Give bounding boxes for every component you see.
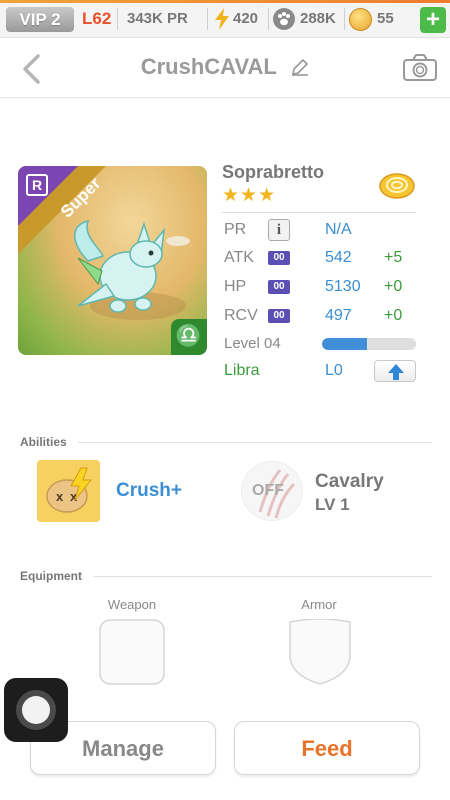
stat-label-hp: HP [224, 278, 247, 295]
element-cloud-icon[interactable] [378, 168, 416, 200]
divider [207, 8, 208, 30]
stat-tag-hp: 00 [268, 280, 290, 294]
divider [222, 212, 416, 213]
zodiac-level: L0 [325, 362, 343, 379]
stat-tag-rcv: 00 [268, 309, 290, 323]
coin-count: 55 [377, 10, 394, 27]
crush-ability-icon[interactable]: x x [37, 460, 100, 522]
stat-value-pr: N/A [325, 221, 352, 238]
divider [78, 442, 432, 443]
stat-label-rcv: RCV [224, 307, 258, 324]
weapon-slot-frame [99, 619, 165, 685]
lightning-icon [215, 8, 229, 30]
stat-value-hp: 5130 [325, 278, 361, 295]
vip-badge[interactable]: VIP 2 [6, 7, 74, 32]
player-level: L62 [82, 9, 112, 28]
pr-info-button[interactable]: i [268, 219, 290, 241]
divider [117, 8, 118, 30]
add-currency-button[interactable]: + [420, 7, 446, 33]
camera-icon[interactable] [402, 54, 438, 82]
skill-level: LV 1 [315, 495, 350, 514]
upgrade-sign-button[interactable] [374, 360, 416, 382]
divider [94, 576, 432, 577]
dragon-name: Soprabretto [222, 162, 325, 182]
zodiac-sign: Libra [224, 362, 260, 379]
zodiac-icon: ♎ [171, 319, 207, 355]
star-rating: ★★★ [222, 185, 277, 206]
stat-bonus-atk: +5 [384, 249, 403, 266]
page-title: CrushCAVAL [140, 54, 277, 79]
armor-slot-label: Armor [301, 597, 337, 612]
shield-icon [289, 618, 351, 685]
ability-name[interactable]: Crush+ [116, 480, 182, 502]
level-progress-fill [322, 338, 368, 350]
skill-name: Cavalry [315, 471, 384, 492]
stat-tag-atk: 00 [268, 251, 290, 265]
top-status-bar: VIP 2 L62 343K PR 420 288K 55 + [0, 0, 450, 38]
weapon-slot[interactable] [99, 619, 165, 685]
stat-label-atk: ATK [224, 249, 254, 266]
pencil-icon[interactable] [291, 58, 309, 76]
paw-icon [273, 8, 295, 30]
accent-strip [0, 0, 450, 3]
stat-value-rcv: 497 [325, 307, 352, 324]
coin-icon [349, 8, 372, 31]
svg-text:x: x [56, 489, 64, 504]
dragon-portrait[interactable]: R Super ♎ [18, 166, 207, 355]
page-header: CrushCAVAL [0, 38, 450, 98]
player-power-rating: 343K PR [127, 10, 188, 27]
stat-value-atk: 542 [325, 249, 352, 266]
divider [268, 8, 269, 30]
title-area: CrushCAVAL [0, 54, 450, 80]
stat-bonus-hp: +0 [384, 278, 403, 295]
stat-label-pr: PR [224, 221, 247, 238]
feed-button[interactable]: Feed [234, 721, 420, 775]
assistive-ring-inner [22, 696, 50, 724]
weapon-slot-label: Weapon [107, 597, 157, 612]
divider [344, 8, 345, 30]
dragon-level: Level 04 [224, 335, 281, 352]
assistive-touch-button[interactable] [4, 678, 68, 742]
level-progress-bar [322, 338, 416, 350]
skill-off-label: OFF [252, 482, 284, 499]
abilities-heading: Abilities [20, 435, 67, 449]
arrow-up-icon [388, 364, 404, 380]
armor-slot[interactable] [287, 618, 353, 685]
stat-bonus-rcv: +0 [384, 307, 403, 324]
rarity-badge: R [26, 174, 48, 196]
energy-count: 420 [233, 10, 259, 27]
equipment-heading: Equipment [20, 569, 82, 583]
paw-count: 288K [300, 10, 336, 27]
